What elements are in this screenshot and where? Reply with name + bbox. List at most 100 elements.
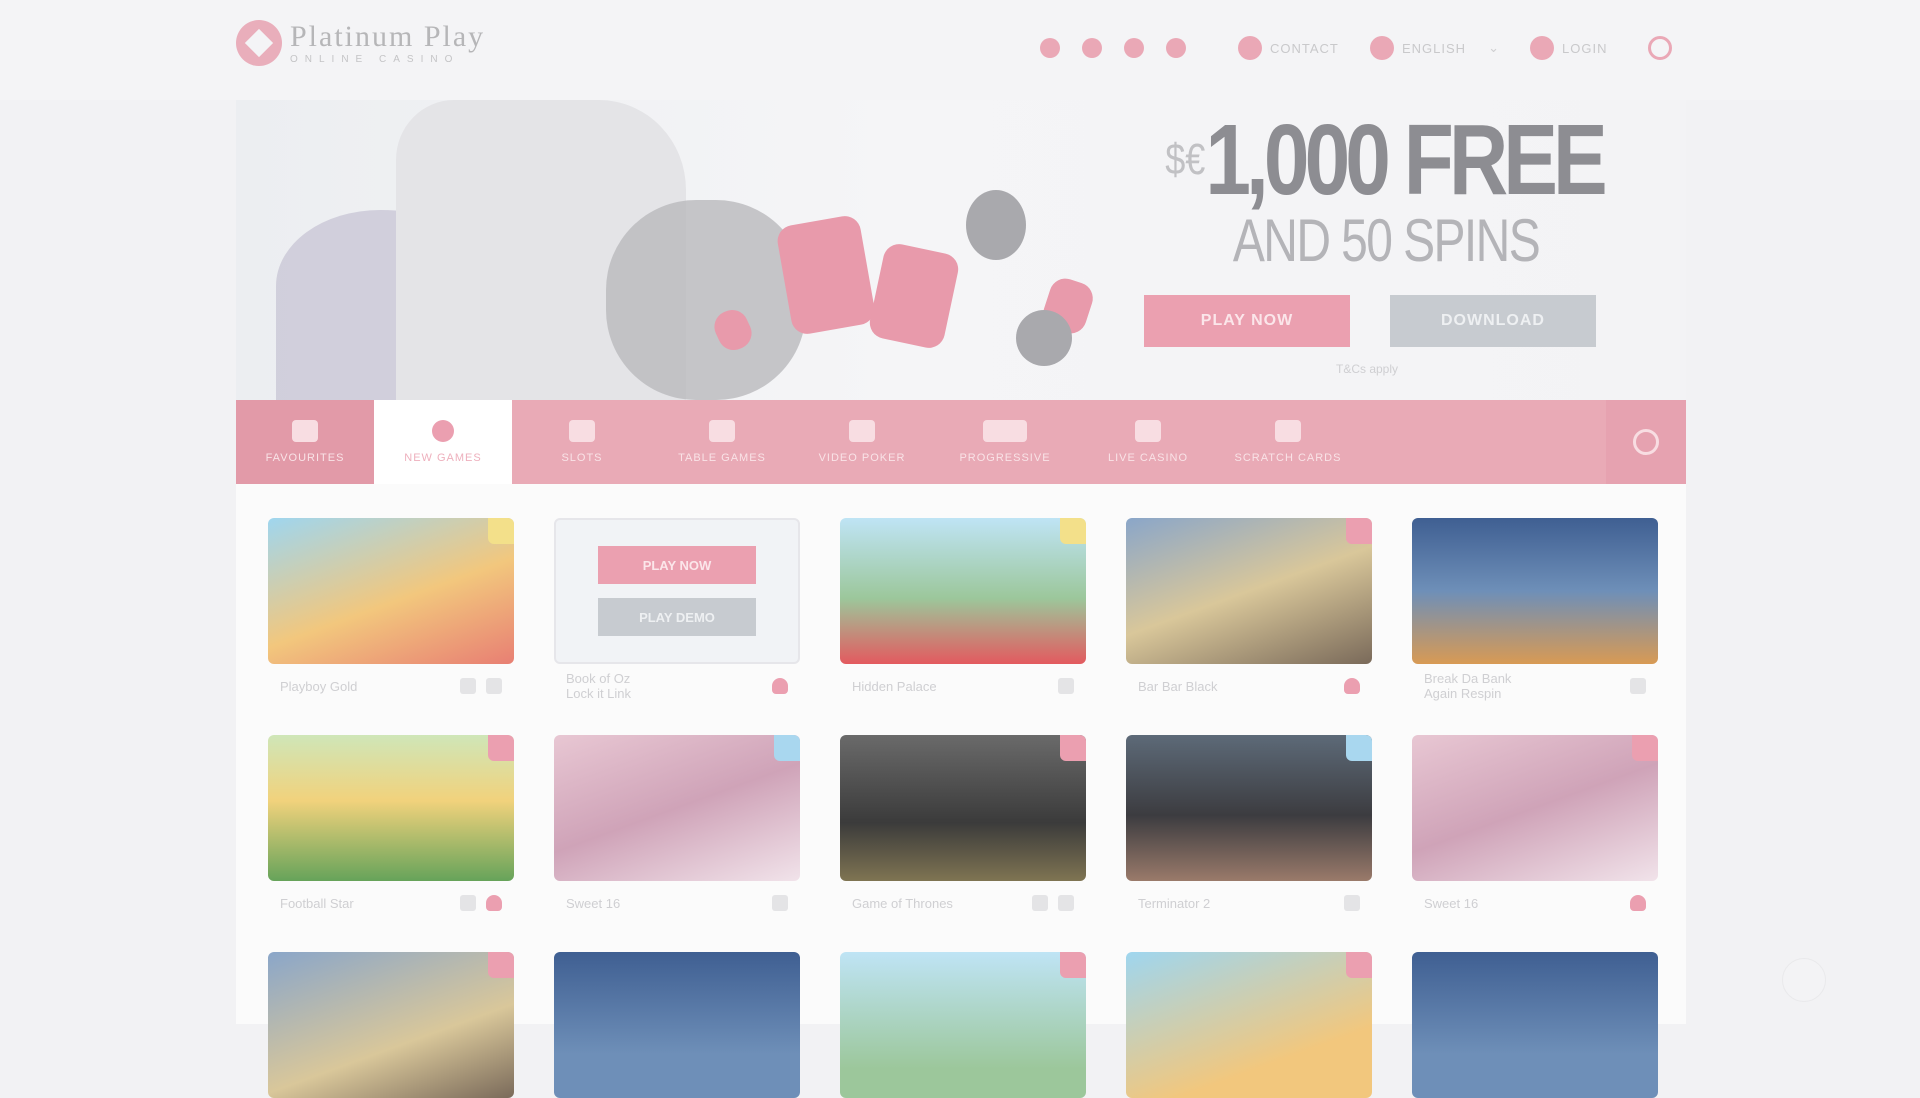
chip-icon — [1016, 310, 1072, 366]
game-card[interactable]: Break Da Bank Again Respin — [1412, 518, 1658, 708]
game-thumbnail[interactable] — [1412, 735, 1658, 881]
game-thumbnail[interactable] — [268, 952, 514, 1098]
tab-favourites[interactable]: FAVOURITES — [236, 400, 374, 484]
tab-live-casino[interactable]: LIVE CASINO — [1078, 400, 1218, 484]
favourite-icon[interactable] — [1344, 895, 1360, 911]
game-thumbnail[interactable] — [840, 952, 1086, 1098]
game-title: Sweet 16 — [1424, 895, 1479, 911]
pen-icon — [1275, 420, 1301, 442]
game-title: Football Star — [280, 895, 354, 911]
banner-artwork — [276, 100, 1097, 400]
site-header: Platinum Play ONLINE CASINO CONTACT ENGL… — [0, 0, 1920, 100]
star-icon — [432, 420, 454, 442]
favourite-icon[interactable] — [486, 678, 502, 694]
game-card[interactable] — [1412, 952, 1658, 1098]
contact-link[interactable]: CONTACT — [1238, 36, 1339, 60]
language-select[interactable]: ENGLISH ⌄ — [1370, 36, 1500, 60]
search-button[interactable] — [1606, 400, 1686, 484]
logo[interactable]: Platinum Play ONLINE CASINO — [236, 20, 485, 66]
flag-icon — [1370, 36, 1394, 60]
game-thumbnail[interactable]: PLAY NOW PLAY DEMO — [554, 518, 800, 664]
game-thumbnail[interactable] — [1126, 735, 1372, 881]
game-card[interactable]: Sweet 16 — [1412, 735, 1658, 925]
twitter-icon[interactable] — [1082, 38, 1102, 58]
game-thumbnail[interactable] — [1126, 952, 1372, 1098]
dice-icon — [866, 241, 962, 351]
favourite-icon[interactable] — [1058, 895, 1074, 911]
tab-slots[interactable]: SLOTS — [512, 400, 652, 484]
slot-icon — [569, 420, 595, 442]
hot-badge-icon — [1632, 735, 1658, 761]
game-thumbnail[interactable] — [554, 952, 800, 1098]
games-grid: Playboy Gold PLAY NOW PLAY DEMO Book of … — [236, 484, 1686, 1098]
favourite-icon[interactable] — [772, 895, 788, 911]
game-thumbnail[interactable] — [554, 735, 800, 881]
info-icon[interactable] — [460, 678, 476, 694]
language-label: ENGLISH — [1402, 40, 1467, 56]
tab-new-games[interactable]: NEW GAMES — [374, 400, 512, 484]
social-links — [1040, 38, 1186, 58]
google-plus-icon[interactable] — [1124, 38, 1144, 58]
logo-name: Platinum Play — [290, 19, 486, 53]
heart-icon[interactable] — [486, 895, 502, 911]
play-demo-button[interactable]: PLAY DEMO — [598, 598, 756, 636]
scroll-to-top-button[interactable] — [1782, 958, 1826, 1002]
game-card[interactable]: Hidden Palace — [840, 518, 1086, 708]
bonus-amount: 1,000 FREE — [1205, 104, 1607, 216]
chat-icon — [1238, 36, 1262, 60]
favourite-icon[interactable] — [1630, 678, 1646, 694]
chip-icon — [966, 190, 1026, 260]
game-title: Sweet 16 — [566, 895, 621, 911]
facebook-icon[interactable] — [1040, 38, 1060, 58]
play-now-button[interactable]: PLAY NOW — [598, 546, 756, 584]
heart-icon — [292, 420, 318, 442]
game-thumbnail[interactable] — [840, 735, 1086, 881]
game-card[interactable]: Football Star — [268, 735, 514, 925]
game-title: Game of Thrones — [852, 895, 953, 911]
game-card[interactable] — [840, 952, 1086, 1098]
game-thumbnail[interactable] — [1412, 952, 1658, 1098]
hot-badge-icon — [1060, 952, 1086, 978]
tab-video-poker[interactable]: VIDEO POKER — [792, 400, 932, 484]
game-card[interactable]: Game of Thrones — [840, 735, 1086, 925]
logo-icon — [236, 20, 282, 66]
game-thumbnail[interactable] — [1126, 518, 1372, 664]
login-link[interactable]: LOGIN — [1530, 36, 1607, 60]
tab-scratch-cards[interactable]: SCRATCH CARDS — [1218, 400, 1358, 484]
favourite-icon[interactable] — [1058, 678, 1074, 694]
tab-table-games[interactable]: TABLE GAMES — [652, 400, 792, 484]
game-title: Playboy Gold — [280, 678, 358, 694]
menu-icon[interactable] — [1648, 36, 1672, 60]
game-card[interactable] — [1126, 952, 1372, 1098]
money-icon — [983, 420, 1027, 442]
info-icon[interactable] — [460, 895, 476, 911]
game-card[interactable]: PLAY NOW PLAY DEMO Book of Oz Lock it Li… — [554, 518, 800, 708]
logo-tagline: ONLINE CASINO — [290, 53, 460, 65]
game-card[interactable]: Terminator 2 — [1126, 735, 1372, 925]
game-card[interactable]: Bar Bar Black — [1126, 518, 1372, 708]
game-title: Break Da Bank — [1424, 671, 1512, 686]
play-now-button[interactable]: PLAY NOW — [1144, 295, 1350, 347]
download-button[interactable]: DOWNLOAD — [1390, 295, 1596, 347]
heart-icon[interactable] — [772, 678, 788, 694]
game-title: Terminator 2 — [1138, 895, 1211, 911]
terms-link[interactable]: T&Cs apply — [1336, 362, 1398, 376]
chevron-down-icon: ⌄ — [1488, 40, 1500, 55]
dice-icon — [775, 213, 877, 337]
search-icon — [1633, 429, 1659, 455]
game-card[interactable]: Sweet 16 — [554, 735, 800, 925]
game-thumbnail[interactable] — [840, 518, 1086, 664]
game-card[interactable]: Playboy Gold — [268, 518, 514, 708]
contact-label: CONTACT — [1270, 40, 1339, 56]
tab-progressive[interactable]: PROGRESSIVE — [932, 400, 1078, 484]
game-thumbnail[interactable] — [268, 735, 514, 881]
new-badge-icon — [774, 735, 800, 761]
heart-icon[interactable] — [1630, 895, 1646, 911]
youtube-icon[interactable] — [1166, 38, 1186, 58]
game-thumbnail[interactable] — [1412, 518, 1658, 664]
info-icon[interactable] — [1032, 895, 1048, 911]
game-card[interactable] — [554, 952, 800, 1098]
game-thumbnail[interactable] — [268, 518, 514, 664]
game-card[interactable] — [268, 952, 514, 1098]
heart-icon[interactable] — [1344, 678, 1360, 694]
